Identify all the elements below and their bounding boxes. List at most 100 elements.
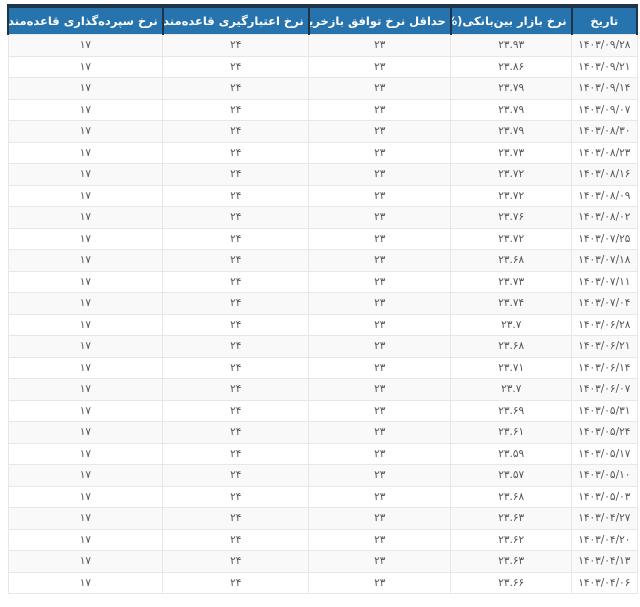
cell-interbank_rate: ۲۳.۷۲ (450, 184, 573, 207)
cell-date: ۱۴۰۳/۰۵/۰۳ (571, 485, 638, 508)
cell-regulated_deposit_rate: ۱۷ (7, 528, 164, 551)
cell-regulated_deposit_rate: ۱۷ (7, 421, 164, 444)
cell-regulated_credit_rate: ۲۴ (162, 464, 310, 487)
cell-regulated_deposit_rate: ۱۷ (7, 292, 164, 315)
table-row: ۱۴۰۳/۰۴/۰۶ ۲۳.۶۶ ۲۳ ۲۴ ۱۷ (7, 571, 638, 594)
column-header-regulated_deposit_rate: نرخ سپرده‌گذاری قاعده‌مند(%) (7, 6, 164, 35)
cell-min_repo_rate: ۲۳ (308, 270, 452, 293)
cell-regulated_deposit_rate: ۱۷ (7, 550, 164, 573)
cell-regulated_deposit_rate: ۱۷ (7, 249, 164, 272)
cell-interbank_rate: ۲۳.۷۳ (450, 141, 573, 164)
cell-regulated_credit_rate: ۲۴ (162, 206, 310, 229)
cell-regulated_credit_rate: ۲۴ (162, 163, 310, 186)
cell-date: ۱۴۰۳/۰۷/۱۱ (571, 270, 638, 293)
table-header: تاریخ نرخ بازار بین‌بانکی(%) حداقل نرخ توا… (7, 6, 639, 35)
cell-interbank_rate: ۲۳.۷۳ (450, 270, 573, 293)
cell-regulated_deposit_rate: ۱۷ (7, 120, 164, 143)
cell-interbank_rate: ۲۳.۶۳ (450, 550, 573, 573)
cell-date: ۱۴۰۳/۰۶/۲۱ (571, 335, 638, 358)
cell-regulated_deposit_rate: ۱۷ (7, 356, 164, 379)
cell-min_repo_rate: ۲۳ (308, 313, 452, 336)
cell-min_repo_rate: ۲۳ (308, 335, 452, 358)
column-header-min_repo_rate: حداقل نرخ توافق بازخرید(%) (307, 6, 452, 35)
cell-interbank_rate: ۲۳.۷۹ (450, 120, 573, 143)
table-row: ۱۴۰۳/۰۴/۲۷ ۲۳.۶۳ ۲۳ ۲۴ ۱۷ (7, 507, 638, 530)
table-row: ۱۴۰۳/۰۹/۲۱ ۲۳.۸۶ ۲۳ ۲۴ ۱۷ (7, 55, 638, 78)
cell-regulated_deposit_rate: ۱۷ (7, 163, 164, 186)
table-row: ۱۴۰۳/۰۸/۰۹ ۲۳.۷۲ ۲۳ ۲۴ ۱۷ (7, 184, 638, 207)
table-row: ۱۴۰۳/۰۸/۳۰ ۲۳.۷۹ ۲۳ ۲۴ ۱۷ (7, 120, 638, 143)
cell-regulated_deposit_rate: ۱۷ (7, 507, 164, 530)
cell-regulated_credit_rate: ۲۴ (162, 507, 310, 530)
table-row: ۱۴۰۳/۰۵/۱۷ ۲۳.۵۹ ۲۳ ۲۴ ۱۷ (7, 442, 638, 465)
cell-min_repo_rate: ۲۳ (308, 292, 452, 315)
cell-min_repo_rate: ۲۳ (308, 120, 452, 143)
cell-date: ۱۴۰۳/۰۶/۲۸ (571, 313, 638, 336)
interbank-rates-table: تاریخ نرخ بازار بین‌بانکی(%) حداقل نرخ توا… (7, 4, 639, 594)
cell-min_repo_rate: ۲۳ (308, 421, 452, 444)
column-header-interbank_rate: نرخ بازار بین‌بانکی(%) (449, 6, 573, 35)
cell-regulated_credit_rate: ۲۴ (162, 550, 310, 573)
cell-date: ۱۴۰۳/۰۵/۳۱ (571, 399, 638, 422)
table-row: ۱۴۰۳/۰۸/۰۲ ۲۳.۷۶ ۲۳ ۲۴ ۱۷ (7, 206, 638, 229)
cell-date: ۱۴۰۳/۰۸/۱۶ (571, 163, 638, 186)
cell-regulated_credit_rate: ۲۴ (162, 313, 310, 336)
cell-min_repo_rate: ۲۳ (308, 378, 452, 401)
table-row: ۱۴۰۳/۰۸/۲۳ ۲۳.۷۳ ۲۳ ۲۴ ۱۷ (7, 141, 638, 164)
cell-min_repo_rate: ۲۳ (308, 399, 452, 422)
cell-regulated_deposit_rate: ۱۷ (7, 485, 164, 508)
cell-date: ۱۴۰۳/۰۸/۰۹ (571, 184, 638, 207)
cell-regulated_deposit_rate: ۱۷ (7, 227, 164, 250)
cell-interbank_rate: ۲۳.۷۹ (450, 77, 573, 100)
cell-regulated_deposit_rate: ۱۷ (7, 34, 164, 57)
cell-date: ۱۴۰۳/۰۴/۰۶ (571, 571, 638, 594)
cell-date: ۱۴۰۳/۰۷/۲۵ (571, 227, 638, 250)
cell-regulated_credit_rate: ۲۴ (162, 184, 310, 207)
table-row: ۱۴۰۳/۰۸/۱۶ ۲۳.۷۲ ۲۳ ۲۴ ۱۷ (7, 163, 638, 186)
cell-regulated_credit_rate: ۲۴ (162, 571, 310, 594)
cell-regulated_credit_rate: ۲۴ (162, 399, 310, 422)
cell-regulated_credit_rate: ۲۴ (162, 120, 310, 143)
table-row: ۱۴۰۳/۰۷/۱۸ ۲۳.۶۸ ۲۳ ۲۴ ۱۷ (7, 249, 638, 272)
cell-min_repo_rate: ۲۳ (308, 184, 452, 207)
cell-regulated_deposit_rate: ۱۷ (7, 335, 164, 358)
table-row: ۱۴۰۳/۰۶/۲۸ ۲۳.۷ ۲۳ ۲۴ ۱۷ (7, 313, 638, 336)
cell-interbank_rate: ۲۳.۶۲ (450, 528, 573, 551)
cell-interbank_rate: ۲۳.۷۹ (450, 98, 573, 121)
cell-regulated_credit_rate: ۲۴ (162, 335, 310, 358)
cell-regulated_credit_rate: ۲۴ (162, 378, 310, 401)
cell-min_repo_rate: ۲۳ (308, 98, 452, 121)
cell-regulated_deposit_rate: ۱۷ (7, 464, 164, 487)
table-row: ۱۴۰۳/۰۵/۲۴ ۲۳.۶۱ ۲۳ ۲۴ ۱۷ (7, 421, 638, 444)
table-row: ۱۴۰۳/۰۶/۲۱ ۲۳.۶۸ ۲۳ ۲۴ ۱۷ (7, 335, 638, 358)
cell-regulated_credit_rate: ۲۴ (162, 34, 310, 57)
table-row: ۱۴۰۳/۰۵/۰۳ ۲۳.۶۸ ۲۳ ۲۴ ۱۷ (7, 485, 638, 508)
cell-regulated_credit_rate: ۲۴ (162, 270, 310, 293)
page: تاریخ نرخ بازار بین‌بانکی(%) حداقل نرخ توا… (0, 0, 640, 594)
cell-interbank_rate: ۲۳.۵۹ (450, 442, 573, 465)
table-body: ۱۴۰۳/۰۹/۲۸ ۲۳.۹۳ ۲۳ ۲۴ ۱۷ ۱۴۰۳/۰۹/۲۱ ۲۳.۸۶ ۲۳ ۲۴… (7, 34, 638, 594)
cell-regulated_credit_rate: ۲۴ (162, 421, 310, 444)
table-row: ۱۴۰۳/۰۷/۰۴ ۲۳.۷۴ ۲۳ ۲۴ ۱۷ (7, 292, 638, 315)
cell-date: ۱۴۰۳/۰۵/۱۷ (571, 442, 638, 465)
column-header-date: تاریخ (570, 6, 639, 35)
cell-date: ۱۴۰۳/۰۴/۲۰ (571, 528, 638, 551)
cell-min_repo_rate: ۲۳ (308, 550, 452, 573)
table-row: ۱۴۰۳/۰۶/۱۴ ۲۳.۷۱ ۲۳ ۲۴ ۱۷ (7, 356, 638, 379)
cell-min_repo_rate: ۲۳ (308, 163, 452, 186)
table-row: ۱۴۰۳/۰۵/۳۱ ۲۳.۶۹ ۲۳ ۲۴ ۱۷ (7, 399, 638, 422)
cell-interbank_rate: ۲۳.۶۶ (450, 571, 573, 594)
cell-regulated_deposit_rate: ۱۷ (7, 378, 164, 401)
table-row: ۱۴۰۳/۰۹/۰۷ ۲۳.۷۹ ۲۳ ۲۴ ۱۷ (7, 98, 638, 121)
cell-interbank_rate: ۲۳.۷۲ (450, 227, 573, 250)
table-row: ۱۴۰۳/۰۶/۰۷ ۲۳.۷ ۲۳ ۲۴ ۱۷ (7, 378, 638, 401)
table-row: ۱۴۰۳/۰۷/۱۱ ۲۳.۷۳ ۲۳ ۲۴ ۱۷ (7, 270, 638, 293)
cell-interbank_rate: ۲۳.۷۴ (450, 292, 573, 315)
cell-regulated_credit_rate: ۲۴ (162, 292, 310, 315)
cell-interbank_rate: ۲۳.۷۱ (450, 356, 573, 379)
cell-min_repo_rate: ۲۳ (308, 442, 452, 465)
column-header-regulated_credit_rate: نرخ اعتبارگیری قاعده‌مند(%) (161, 6, 310, 35)
cell-min_repo_rate: ۲۳ (308, 528, 452, 551)
header-row: تاریخ نرخ بازار بین‌بانکی(%) حداقل نرخ توا… (7, 6, 639, 35)
cell-regulated_deposit_rate: ۱۷ (7, 313, 164, 336)
